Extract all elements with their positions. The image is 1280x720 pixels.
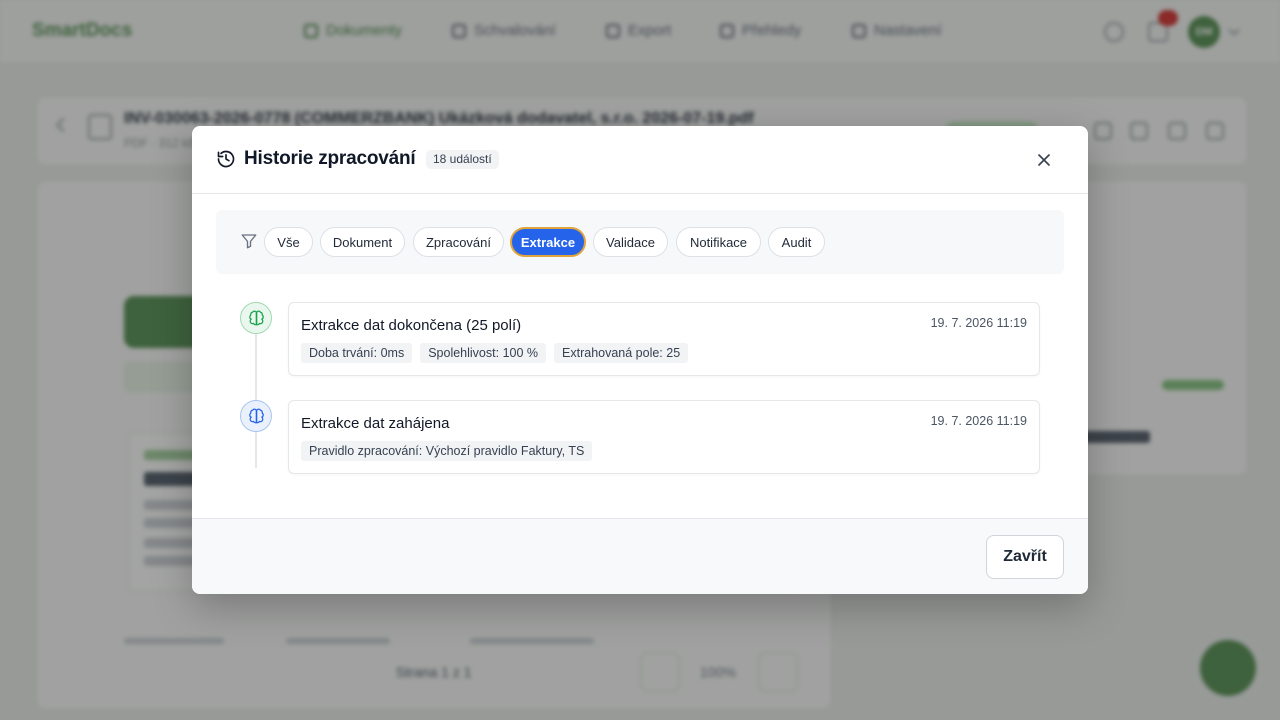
filter-chip-all[interactable]: Vše — [264, 227, 313, 257]
filter-chip-processing[interactable]: Zpracování — [413, 227, 504, 257]
history-icon — [217, 150, 235, 168]
event-details: Doba trvání: 0ms Spolehlivost: 100 % Ext… — [301, 343, 689, 363]
filter-chip-audit[interactable]: Audit — [768, 227, 825, 257]
brain-icon — [248, 408, 264, 423]
timeline-event-card: Extrakce dat zahájena 19. 7. 2026 11:19 … — [288, 400, 1040, 474]
detail-tag: Pravidlo zpracování: Výchozí pravidlo Fa… — [301, 441, 593, 461]
timeline-marker-success — [240, 302, 272, 334]
brain-icon — [248, 310, 264, 325]
filter-chip-document[interactable]: Dokument — [320, 227, 405, 257]
timeline-marker-info — [240, 400, 272, 432]
detail-tag: Spolehlivost: 100 % — [420, 343, 547, 363]
funnel-icon — [241, 234, 257, 249]
filter-chip-notification[interactable]: Notifikace — [676, 227, 761, 257]
event-count-badge: 18 událostí — [426, 150, 499, 169]
event-title: Extrakce dat zahájena — [301, 415, 450, 432]
detail-tag: Extrahovaná pole: 25 — [554, 343, 689, 363]
detail-tag: Doba trvání: 0ms — [301, 343, 413, 363]
event-title: Extrakce dat dokončena (25 polí) — [301, 317, 522, 334]
event-timestamp: 19. 7. 2026 11:19 — [930, 316, 1027, 330]
filter-bar: Vše Dokument Zpracování Extrakce Validac… — [216, 210, 1064, 274]
timeline-event-card: Extrakce dat dokončena (25 polí) 19. 7. … — [288, 302, 1040, 376]
close-button[interactable]: Zavřít — [986, 535, 1064, 579]
processing-history-modal: Historie zpracování 18 událostí Vše Doku… — [192, 126, 1088, 594]
modal-header: Historie zpracování 18 událostí — [192, 126, 1088, 194]
close-icon[interactable] — [1034, 150, 1054, 170]
event-timestamp: 19. 7. 2026 11:19 — [930, 414, 1027, 428]
event-details: Pravidlo zpracování: Výchozí pravidlo Fa… — [301, 441, 593, 461]
modal-title: Historie zpracování — [244, 148, 416, 169]
modal-footer: Zavřít — [192, 518, 1088, 594]
filter-chip-validation[interactable]: Validace — [593, 227, 668, 257]
filter-chip-extraction[interactable]: Extrakce — [510, 227, 586, 257]
